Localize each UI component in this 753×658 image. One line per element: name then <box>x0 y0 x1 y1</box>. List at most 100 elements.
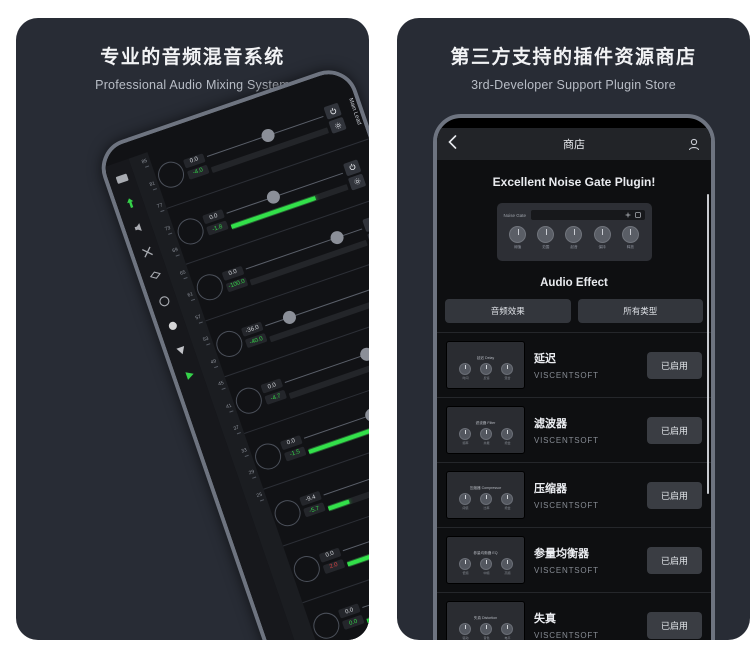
knob-label: 起音 <box>570 245 578 249</box>
thumbnail-knobs: 频率 共振 增益 <box>458 427 513 445</box>
promo-knob[interactable]: 释放 <box>621 226 639 250</box>
scissors-icon[interactable] <box>139 244 156 261</box>
thumbnail-knob: 共振 <box>479 427 492 445</box>
thumbnail-knob-label: 阈值 <box>462 505 469 510</box>
thumbnail-knob-label: 反馈 <box>483 375 490 380</box>
thumbnail-knob: 低频 <box>458 557 471 575</box>
mixer-screen: 85 81 77 73 69 65 61 57 53 49 45 41 37 33 29 25 0.0 -4.0… <box>98 67 369 640</box>
layers-icon[interactable] <box>147 269 164 286</box>
thumbnail-knob: 增益 <box>500 427 513 445</box>
promo-headline: Excellent Noise Gate Plugin! <box>492 175 656 189</box>
filter-tab-0[interactable]: 音频效果 <box>445 299 571 323</box>
promo-preset-slot[interactable] <box>531 210 645 220</box>
pan-knob[interactable] <box>270 496 305 530</box>
settings-button[interactable] <box>328 116 347 135</box>
promo-knob[interactable]: 起音 <box>565 226 583 250</box>
pan-knob[interactable] <box>174 214 208 248</box>
plugin-enable-button[interactable]: 已启用 <box>647 416 702 444</box>
user-icon[interactable] <box>688 138 700 151</box>
plugin-enable-button[interactable]: 已启用 <box>647 546 702 574</box>
thumbnail-knob-label: 频率 <box>462 440 469 445</box>
plugin-thumbnail: 压缩器 Compressor 阈值 比率 增益 <box>446 471 525 519</box>
tilted-phone-wrapper: 85 81 77 73 69 65 61 57 53 49 45 41 37 33 29 25 0.0 -4.0… <box>16 28 369 640</box>
fader-handle[interactable] <box>259 127 277 145</box>
level-meter-fill <box>327 499 350 511</box>
fader-handle[interactable] <box>358 345 369 363</box>
save-icon[interactable] <box>634 212 641 218</box>
plugin-list-item[interactable]: 滤波器 Filter 频率 共振 增益 滤波器 VISCENTSOFT 已启用 <box>437 398 711 463</box>
thumbnail-knob: 混合 <box>500 362 513 380</box>
plugin-enable-button[interactable]: 已启用 <box>647 481 702 509</box>
fader-handle[interactable] <box>265 188 282 206</box>
thumbnail-knob: 电平 <box>500 622 513 640</box>
screenshot-card-store: 第三方支持的插件资源商店 3rd-Developer Support Plugi… <box>397 18 750 640</box>
plugin-name: 参量均衡器 <box>534 548 589 560</box>
knob-dial[interactable] <box>537 226 555 243</box>
speaker-icon[interactable] <box>130 219 147 236</box>
metronome-icon[interactable] <box>173 342 190 359</box>
pan-knob[interactable] <box>232 383 266 417</box>
folder-icon[interactable] <box>113 170 130 187</box>
vertical-scrollbar[interactable] <box>707 194 709 494</box>
account-button[interactable] <box>684 138 700 151</box>
promo-knob[interactable]: 阈值 <box>509 226 527 250</box>
loop-icon[interactable] <box>156 293 173 310</box>
plugin-thumbnail: 参量均衡器 EQ 低频 中频 高频 <box>446 536 525 584</box>
fader-handle[interactable] <box>363 406 369 424</box>
plugin-list-item[interactable]: 延迟 Delay 时间 反馈 混合 延迟 VISCENTSOFT 已启用 <box>437 333 711 398</box>
promo-knob[interactable]: 范围 <box>537 226 555 250</box>
plugin-name: 滤波器 <box>534 418 567 430</box>
pan-knob[interactable] <box>212 327 246 361</box>
plugin-enable-button[interactable]: 已启用 <box>647 611 702 639</box>
plugin-info: 参量均衡器 VISCENTSOFT <box>534 545 638 575</box>
plugin-thumbnail: 失真 Distortion 驱动 音色 电平 <box>446 601 525 640</box>
knob-dial[interactable] <box>593 226 611 243</box>
thumbnail-knob: 反馈 <box>479 362 492 380</box>
thumbnail-knobs: 低频 中频 高频 <box>458 557 513 575</box>
channel-values: -9.4 -5.7 <box>299 490 326 518</box>
chevron-left-icon[interactable] <box>448 134 457 149</box>
plugin-thumbnail: 滤波器 Filter 频率 共振 增益 <box>446 406 525 454</box>
knob-dial[interactable] <box>621 226 639 243</box>
plugin-list-item[interactable]: 压缩器 Compressor 阈值 比率 增益 压缩器 VISCENTSOFT 已启用 <box>437 463 711 528</box>
store-content[interactable]: Excellent Noise Gate Plugin! Noise Gate … <box>437 160 711 640</box>
thumbnail-knob: 高频 <box>500 557 513 575</box>
knob-dial[interactable] <box>509 226 527 243</box>
plugin-developer: VISCENTSOFT <box>534 371 599 380</box>
upload-icon[interactable] <box>122 195 139 212</box>
thumbnail-knob: 音色 <box>479 622 492 640</box>
settings-button[interactable] <box>347 173 367 191</box>
pan-knob[interactable] <box>154 158 188 192</box>
thumbnail-caption: 延迟 Delay <box>476 355 495 360</box>
fader-handle[interactable] <box>328 229 346 247</box>
card-title-cn-store: 第三方支持的插件资源商店 <box>450 47 697 68</box>
play-icon[interactable] <box>181 367 198 384</box>
plus-icon[interactable] <box>625 212 631 218</box>
pan-knob[interactable] <box>193 271 227 305</box>
thumbnail-knob: 时间 <box>458 362 471 380</box>
promo-knob-row: 阈值 范围 起音 保持 释放 <box>504 226 645 250</box>
plugin-list-item[interactable]: 失真 Distortion 驱动 音色 电平 失真 VISCENTSOFT 已启用 <box>437 593 711 640</box>
plugin-info: 滤波器 VISCENTSOFT <box>534 415 638 445</box>
power-button[interactable] <box>362 215 369 233</box>
fader-handle[interactable] <box>280 309 298 326</box>
store-navbar: 商店 <box>437 128 711 160</box>
pan-knob[interactable] <box>309 608 343 640</box>
channel-values: 0.0 -1.8 <box>202 209 229 237</box>
plugin-name: 延迟 <box>534 353 556 365</box>
pan-knob[interactable] <box>290 552 324 586</box>
thumbnail-knob: 中频 <box>479 557 492 575</box>
channel-value-bottom: 0.0 <box>341 614 365 631</box>
thumbnail-knob-label: 共振 <box>483 440 490 445</box>
plugin-enable-button[interactable]: 已启用 <box>647 351 702 379</box>
plugin-info: 压缩器 VISCENTSOFT <box>534 480 638 510</box>
pan-knob[interactable] <box>251 440 285 474</box>
knob-dial[interactable] <box>565 226 583 243</box>
plugin-list-item[interactable]: 参量均衡器 EQ 低频 中频 高频 参量均衡器 VISCENTSOFT 已启用 <box>437 528 711 593</box>
filter-tab-1[interactable]: 所有类型 <box>577 299 703 323</box>
promo-knob[interactable]: 保持 <box>593 226 611 250</box>
record-icon[interactable] <box>164 318 181 335</box>
back-button[interactable] <box>448 134 464 154</box>
thumbnail-knob: 比率 <box>479 492 492 510</box>
channel-values: 0.0 2.0 <box>318 547 346 574</box>
